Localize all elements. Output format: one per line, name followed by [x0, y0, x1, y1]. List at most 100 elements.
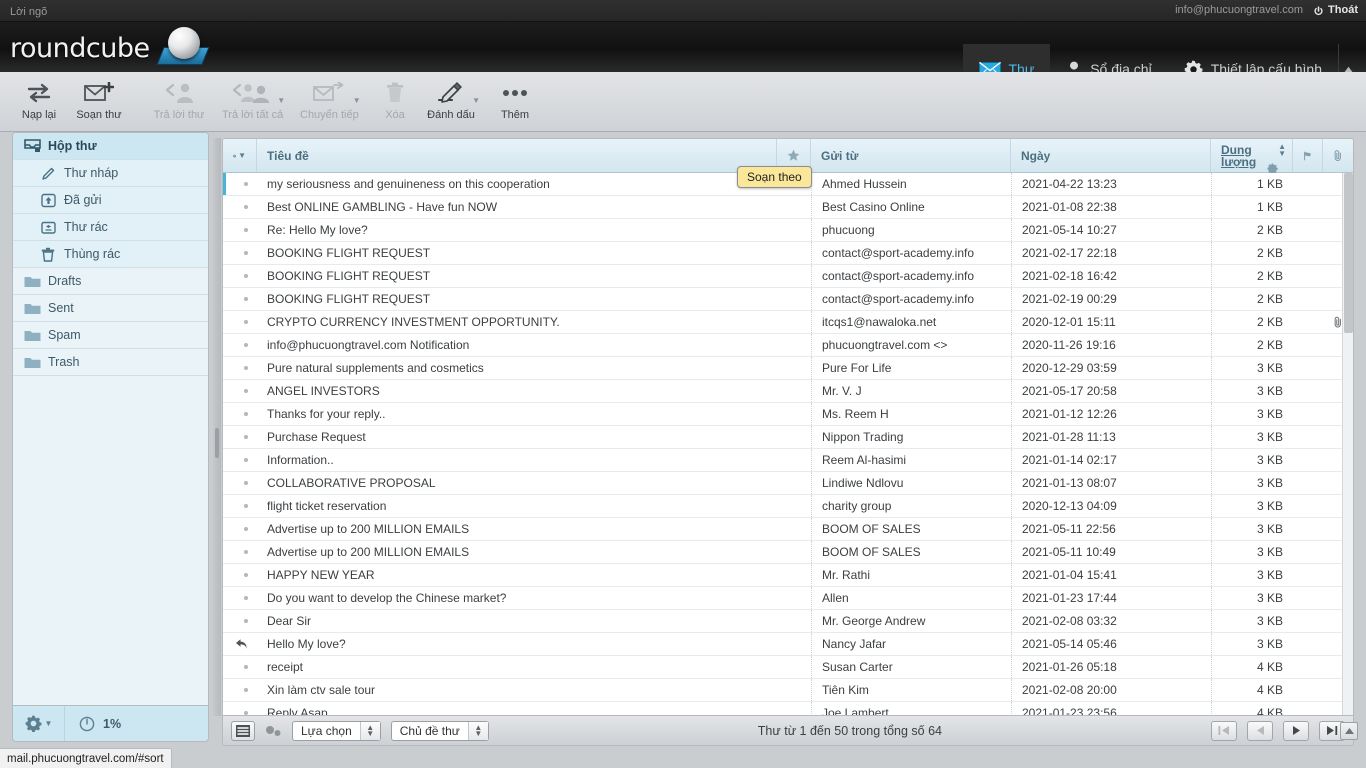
message-subject[interactable]: Advertise up to 200 MILLION EMAILS [257, 518, 777, 540]
forward-button[interactable]: Chuyển tiếp ▼ [300, 76, 361, 128]
message-status-icon-cell[interactable] [223, 265, 257, 287]
chevron-down-icon[interactable]: ▼ [353, 96, 361, 105]
reply-button[interactable]: Trả lời thư [152, 76, 206, 128]
message-star[interactable] [777, 518, 811, 540]
column-header-date[interactable]: Ngày [1011, 139, 1211, 172]
table-row[interactable]: Advertise up to 200 MILLION EMAILS BOOM O… [223, 541, 1353, 564]
message-flag[interactable] [1293, 311, 1323, 333]
table-row[interactable]: ANGEL INVESTORS Mr. V. J 2021-05-17 20:58 3… [223, 380, 1353, 403]
message-status-icon-cell[interactable] [223, 449, 257, 471]
message-status-icon-cell[interactable] [223, 679, 257, 701]
message-status-icon-cell[interactable] [223, 702, 257, 715]
message-star[interactable] [777, 403, 811, 425]
message-subject[interactable]: flight ticket reservation [257, 495, 777, 517]
message-star[interactable] [777, 587, 811, 609]
message-status-icon-cell[interactable] [223, 334, 257, 356]
table-row[interactable]: BOOKING FLIGHT REQUEST contact@sport-acad… [223, 242, 1353, 265]
message-star[interactable] [777, 679, 811, 701]
threads-toggle-button[interactable] [265, 725, 282, 737]
message-flag[interactable] [1293, 426, 1323, 448]
list-options-button[interactable]: ▼ [223, 139, 257, 172]
message-flag[interactable] [1293, 449, 1323, 471]
list-splitter[interactable] [213, 138, 221, 716]
logout-button[interactable]: Thoát [1313, 4, 1358, 16]
message-star[interactable] [777, 541, 811, 563]
message-subject[interactable]: Purchase Request [257, 426, 777, 448]
message-star[interactable] [777, 265, 811, 287]
message-flag[interactable] [1293, 196, 1323, 218]
sidebar-item-drafts[interactable]: Drafts [13, 268, 208, 295]
sort-direction-icon[interactable]: ▲ ▼ [1278, 143, 1286, 158]
message-status-icon-cell[interactable] [223, 288, 257, 310]
sidebar-item-sent-vi[interactable]: Đã gửi [13, 187, 208, 214]
message-flag[interactable] [1293, 334, 1323, 356]
message-subject[interactable]: Advertise up to 200 MILLION EMAILS [257, 541, 777, 563]
table-row[interactable]: Thanks for your reply.. Ms. Reem H 2021-01… [223, 403, 1353, 426]
message-status-icon-cell[interactable] [223, 518, 257, 540]
column-header-attachment[interactable] [1323, 139, 1353, 172]
message-status-icon-cell[interactable] [223, 656, 257, 678]
message-status-icon-cell[interactable] [223, 495, 257, 517]
message-star[interactable] [777, 426, 811, 448]
message-flag[interactable] [1293, 242, 1323, 264]
more-button[interactable]: Thêm [488, 76, 542, 128]
message-subject[interactable]: Xin làm ctv sale tour [257, 679, 777, 701]
message-subject[interactable]: Pure natural supplements and cosmetics [257, 357, 777, 379]
message-flag[interactable] [1293, 472, 1323, 494]
message-subject[interactable]: my seriousness and genuineness on this c… [257, 173, 777, 195]
table-row[interactable]: Best ONLINE GAMBLING - Have fun NOW Best … [223, 196, 1353, 219]
message-status-icon-cell[interactable] [223, 196, 257, 218]
message-star[interactable] [777, 380, 811, 402]
sidebar-item-spam[interactable]: Spam [13, 322, 208, 349]
table-row[interactable]: Purchase Request Nippon Trading 2021-01-28… [223, 426, 1353, 449]
message-star[interactable] [777, 564, 811, 586]
sort-stepper-icon[interactable]: ▲ ▼ [467, 721, 488, 740]
table-row[interactable]: flight ticket reservation charity group 20… [223, 495, 1353, 518]
message-flag[interactable] [1293, 679, 1323, 701]
message-flag[interactable] [1293, 265, 1323, 287]
message-subject[interactable]: info@phucuongtravel.com Notification [257, 334, 777, 356]
sidebar-item-drafts-vi[interactable]: Thư nháp [13, 160, 208, 187]
table-row[interactable]: BOOKING FLIGHT REQUEST contact@sport-acad… [223, 288, 1353, 311]
message-star[interactable] [777, 242, 811, 264]
message-status-icon-cell[interactable] [223, 633, 257, 655]
message-star[interactable] [777, 610, 811, 632]
table-row[interactable]: Xin làm ctv sale tour Tiên Kim 2021-02-08 … [223, 679, 1353, 702]
message-star[interactable] [777, 311, 811, 333]
table-row[interactable]: Reply Asap Joe Lambert 2021-01-23 23:56 4 K… [223, 702, 1353, 715]
quota-display[interactable]: 1% [65, 716, 208, 732]
message-star[interactable] [777, 633, 811, 655]
message-status-icon-cell[interactable] [223, 610, 257, 632]
message-status-icon-cell[interactable] [223, 587, 257, 609]
message-status-icon-cell[interactable] [223, 219, 257, 241]
message-star[interactable] [777, 495, 811, 517]
column-header-flag[interactable] [1293, 139, 1323, 172]
message-subject[interactable]: receipt [257, 656, 777, 678]
message-flag[interactable] [1293, 541, 1323, 563]
message-star[interactable] [777, 472, 811, 494]
message-status-icon-cell[interactable] [223, 380, 257, 402]
sidebar-item-sent[interactable]: Sent [13, 295, 208, 322]
message-status-icon-cell[interactable] [223, 311, 257, 333]
message-status-icon-cell[interactable] [223, 242, 257, 264]
table-row[interactable]: BOOKING FLIGHT REQUEST contact@sport-acad… [223, 265, 1353, 288]
table-row[interactable]: info@phucuongtravel.com Notification phuc… [223, 334, 1353, 357]
compose-button[interactable]: Soạn thư [72, 76, 126, 128]
message-subject[interactable]: COLLABORATIVE PROPOSAL [257, 472, 777, 494]
table-row[interactable]: Do you want to develop the Chinese marke… [223, 587, 1353, 610]
select-menu[interactable]: Lựa chọn ▲ ▼ [292, 720, 381, 741]
message-subject[interactable]: BOOKING FLIGHT REQUEST [257, 288, 777, 310]
table-row[interactable]: Information.. Reem Al-hasimi 2021-01-14 02… [223, 449, 1353, 472]
message-star[interactable] [777, 357, 811, 379]
message-subject[interactable]: BOOKING FLIGHT REQUEST [257, 242, 777, 264]
message-flag[interactable] [1293, 288, 1323, 310]
message-flag[interactable] [1293, 702, 1323, 715]
chevron-down-icon[interactable]: ▼ [238, 151, 246, 160]
column-header-subject[interactable]: Tiêu đề [257, 139, 777, 172]
message-subject[interactable]: ANGEL INVESTORS [257, 380, 777, 402]
select-stepper-icon[interactable]: ▲ ▼ [359, 721, 380, 740]
chevron-down-icon[interactable]: ▼ [45, 719, 53, 728]
message-subject[interactable]: HAPPY NEW YEAR [257, 564, 777, 586]
message-subject[interactable]: Hello My love? [257, 633, 777, 655]
mark-button[interactable]: Đánh dấu ▼ [424, 76, 480, 128]
